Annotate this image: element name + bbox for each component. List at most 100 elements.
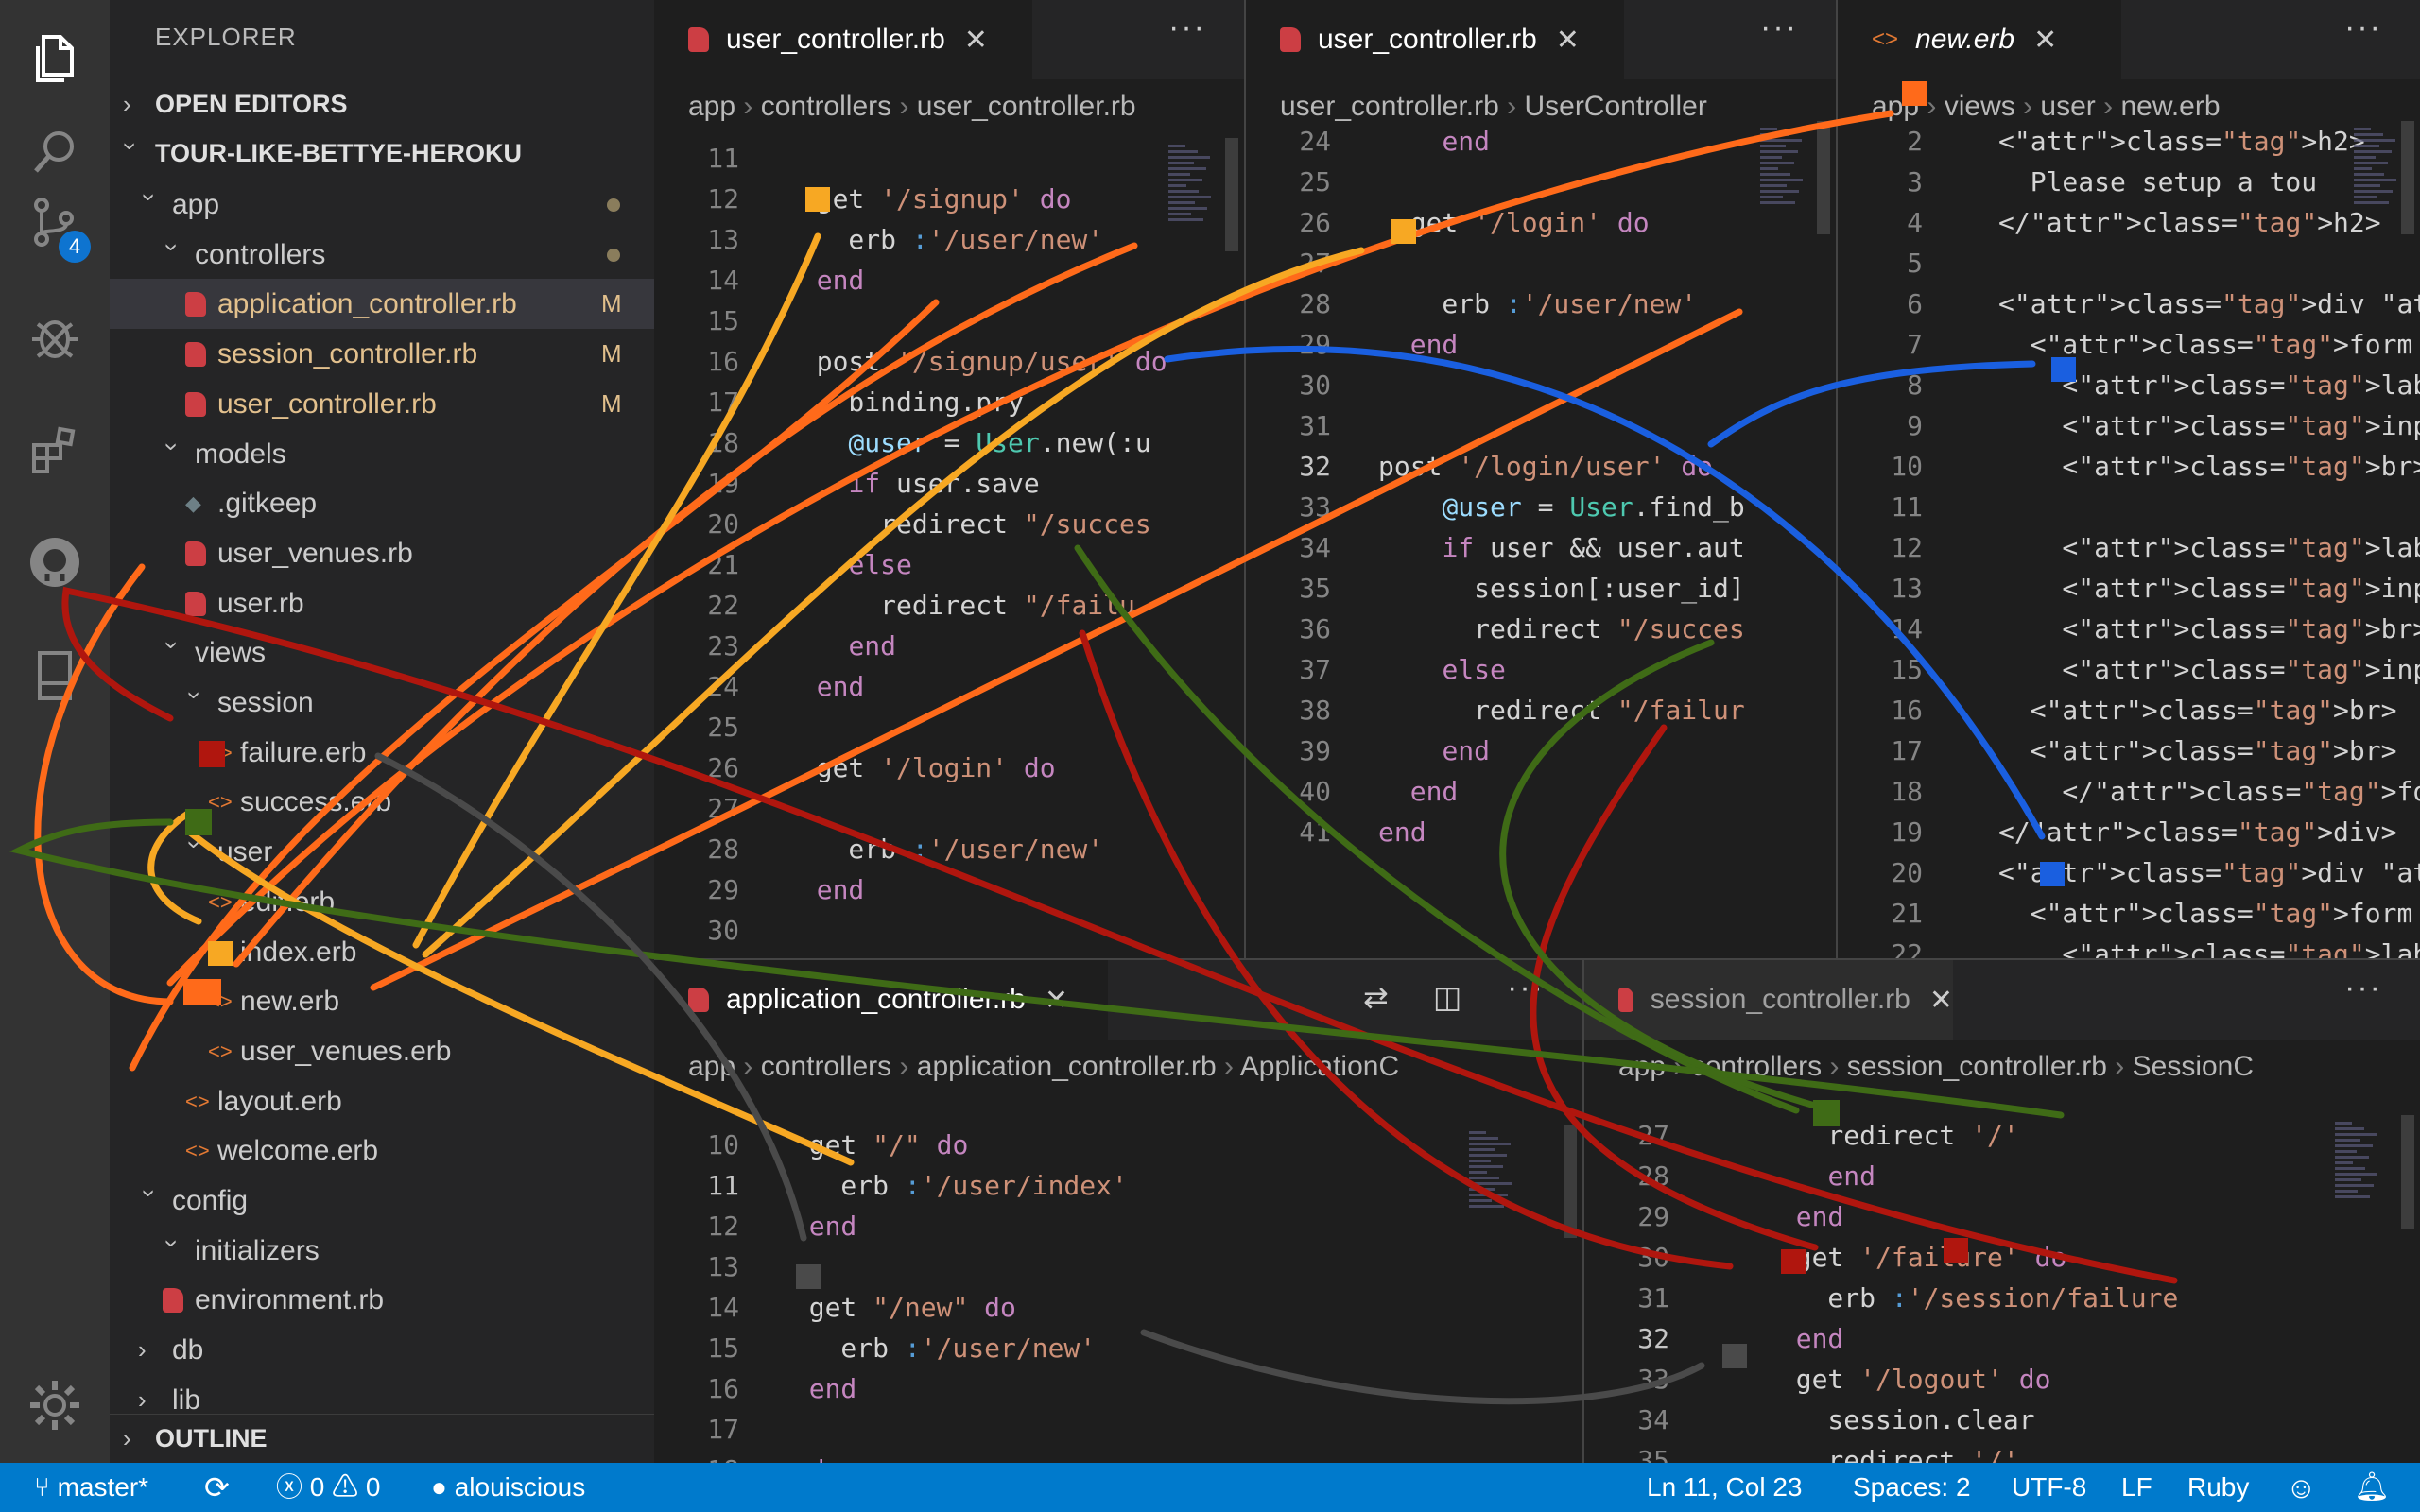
scrollbar-thumb[interactable] xyxy=(1225,138,1238,251)
tree-item-config[interactable]: › config xyxy=(110,1176,654,1226)
code-line[interactable]: 34 if user && user.aut xyxy=(1246,527,1836,568)
pane-divider[interactable] xyxy=(654,958,2420,960)
problems-indicator[interactable]: ⓧ 0 ⚠ 0 xyxy=(276,1463,381,1512)
tree-item-views[interactable]: › views xyxy=(110,627,654,678)
code-line[interactable]: 28 end xyxy=(1584,1156,2420,1196)
breadcrumb-item[interactable]: controllers xyxy=(1691,1051,1822,1082)
code-line[interactable]: 29 end xyxy=(1584,1196,2420,1237)
notifications-bell-icon[interactable]: 🔔︎ xyxy=(2354,1463,2390,1512)
breadcrumb-item[interactable]: user_controller.rb xyxy=(1280,91,1499,122)
code-line[interactable]: 21 else xyxy=(654,544,1244,585)
code-line[interactable]: 10 <"attr">class="tag">br> xyxy=(1838,446,2420,487)
code-line[interactable]: 20 redirect "/succes xyxy=(654,504,1244,544)
extensions-icon[interactable] xyxy=(0,397,110,501)
code-line[interactable]: 39 end xyxy=(1246,730,1836,771)
breadcrumb-item[interactable]: app xyxy=(1872,91,1919,122)
tree-item-session[interactable]: › session xyxy=(110,678,654,728)
code-line[interactable]: 11 erb :'/user/index' xyxy=(654,1165,1582,1206)
tab-user-controller-rb[interactable]: user_controller.rb ✕ xyxy=(1246,0,1624,79)
code-line[interactable]: 19 </"attr">class="tag">div> xyxy=(1838,812,2420,852)
sync-icon[interactable]: ⟳ xyxy=(204,1463,230,1512)
editor-pane-session-controller[interactable]: session_controller.rb ✕ ··· app › controlle… xyxy=(1584,960,2420,1463)
breadcrumb-item[interactable]: session_controller.rb xyxy=(1847,1051,2107,1082)
scrollbar-thumb[interactable] xyxy=(2401,1115,2414,1228)
github-user[interactable]: ● alouiscious xyxy=(431,1463,585,1512)
breadcrumb-item[interactable]: application_controller.rb xyxy=(917,1051,1217,1082)
code-line[interactable]: 35 redirect '/' xyxy=(1584,1440,2420,1463)
code-line[interactable]: 30 xyxy=(654,910,1244,951)
open-editors-section[interactable]: › OPEN EDITORS xyxy=(110,79,654,129)
more-actions-icon[interactable]: ··· xyxy=(1168,9,1206,46)
more-actions-icon[interactable]: ··· xyxy=(1507,970,1545,1006)
tree-item-db[interactable]: › db xyxy=(110,1325,654,1375)
branch-indicator[interactable]: ⑂ master* xyxy=(34,1463,148,1512)
breadcrumb-item[interactable]: user_controller.rb xyxy=(917,91,1136,122)
code-line[interactable]: 17 xyxy=(654,1409,1582,1450)
code-area[interactable]: 2 <"attr">class="tag">h2> 3 Please setup a… xyxy=(1838,121,2420,960)
code-line[interactable]: 23 end xyxy=(654,626,1244,666)
code-line[interactable]: 13 <"attr">class="tag">input "attr">id="… xyxy=(1838,568,2420,609)
code-line[interactable]: 21 <"attr">class="tag">form "attr">actio… xyxy=(1838,893,2420,934)
tab-user-controller-rb[interactable]: user_controller.rb ✕ xyxy=(654,0,1032,79)
tree-item-layout-erb[interactable]: <> layout.erb xyxy=(110,1076,654,1126)
editor-pane-user-controller-2[interactable]: user_controller.rb ✕ ··· user_controller.rb… xyxy=(1246,0,1836,960)
breadcrumb-item[interactable]: new.erb xyxy=(2120,91,2220,122)
code-line[interactable]: 34 session.clear xyxy=(1584,1400,2420,1440)
tree-item-models[interactable]: › models xyxy=(110,429,654,479)
outline-section[interactable]: › OUTLINE xyxy=(110,1414,654,1463)
code-line[interactable]: 18 end xyxy=(654,1450,1582,1463)
breadcrumb-item[interactable]: UserController xyxy=(1524,91,1706,122)
code-line[interactable]: 14 get "/new" do xyxy=(654,1287,1582,1328)
code-line[interactable]: 9 <"attr">class="tag">input "attr">id="u… xyxy=(1838,405,2420,446)
github-icon[interactable] xyxy=(0,510,110,614)
tree-item-application-controller-rb[interactable]: application_controller.rb M xyxy=(110,279,654,330)
code-line[interactable]: 32 end xyxy=(1584,1318,2420,1359)
close-icon[interactable]: ✕ xyxy=(1045,984,1068,1017)
code-line[interactable]: 25 xyxy=(1246,162,1836,202)
code-line[interactable]: 36 redirect "/succes xyxy=(1246,609,1836,649)
language-mode[interactable]: Ruby xyxy=(2187,1463,2249,1512)
split-editor-icon[interactable]: ◫ xyxy=(1433,979,1463,1015)
code-line[interactable]: 13 erb :'/user/new' xyxy=(654,219,1244,260)
breadcrumb-item[interactable]: user xyxy=(2040,91,2095,122)
debug-icon[interactable] xyxy=(0,284,110,387)
code-line[interactable]: 16 end xyxy=(654,1368,1582,1409)
code-line[interactable]: 31 xyxy=(1246,405,1836,446)
tree-item-welcome-erb[interactable]: <> welcome.erb xyxy=(110,1125,654,1176)
pane-divider[interactable] xyxy=(1244,0,1246,960)
tree-item-initializers[interactable]: › initializers xyxy=(110,1226,654,1276)
code-line[interactable]: 7 <"attr">class="tag">form "attr">action… xyxy=(1838,324,2420,365)
editor-pane-new-erb[interactable]: <> new.erb ✕ ··· app › views › user › new.er… xyxy=(1838,0,2420,960)
code-line[interactable]: 26 get '/login' do xyxy=(1246,202,1836,243)
tab-application-controller-rb[interactable]: application_controller.rb ✕ xyxy=(654,960,1108,1040)
breadcrumb-item[interactable]: views xyxy=(1945,91,2015,122)
code-area[interactable]: 27 redirect '/' 28 end 29 end 30 get '/fail… xyxy=(1584,1115,2420,1463)
close-icon[interactable]: ✕ xyxy=(1929,984,1953,1017)
code-line[interactable]: 27 redirect '/' xyxy=(1584,1115,2420,1156)
code-line[interactable]: 16 <"attr">class="tag">br> xyxy=(1838,690,2420,730)
tree-item-index-erb[interactable]: <> index.erb xyxy=(110,927,654,977)
code-line[interactable]: 35 session[:user_id] xyxy=(1246,568,1836,609)
code-line[interactable]: 6 <"attr">class="tag">div "attr">class='l… xyxy=(1838,284,2420,324)
code-line[interactable]: 33 get '/logout' do xyxy=(1584,1359,2420,1400)
code-line[interactable]: 12 <"attr">class="tag">label "attr">for=… xyxy=(1838,527,2420,568)
code-line[interactable]: 40 end xyxy=(1246,771,1836,812)
code-line[interactable]: 33 @user = User.find_b xyxy=(1246,487,1836,527)
tree-item-user-rb[interactable]: user.rb xyxy=(110,578,654,628)
code-line[interactable]: 37 else xyxy=(1246,649,1836,690)
tree-item-user[interactable]: › user xyxy=(110,827,654,877)
line-ending[interactable]: LF xyxy=(2121,1463,2152,1512)
close-icon[interactable]: ✕ xyxy=(1556,24,1580,57)
code-line[interactable]: 28 erb :'/user/new' xyxy=(1246,284,1836,324)
close-icon[interactable]: ✕ xyxy=(2033,24,2057,57)
cursor-position[interactable]: Ln 11, Col 23 xyxy=(1647,1463,1803,1512)
code-line[interactable]: 25 xyxy=(654,707,1244,747)
minimap[interactable] xyxy=(1760,125,1807,207)
more-actions-icon[interactable]: ··· xyxy=(2344,9,2382,46)
code-line[interactable]: 12 end xyxy=(654,1206,1582,1246)
code-line[interactable]: 29 end xyxy=(1246,324,1836,365)
minimap[interactable] xyxy=(2335,1119,2382,1201)
code-line[interactable]: 15 erb :'/user/new' xyxy=(654,1328,1582,1368)
tree-item-session-controller-rb[interactable]: session_controller.rb M xyxy=(110,329,654,379)
code-line[interactable]: 8 <"attr">class="tag">label "attr">for="… xyxy=(1838,365,2420,405)
